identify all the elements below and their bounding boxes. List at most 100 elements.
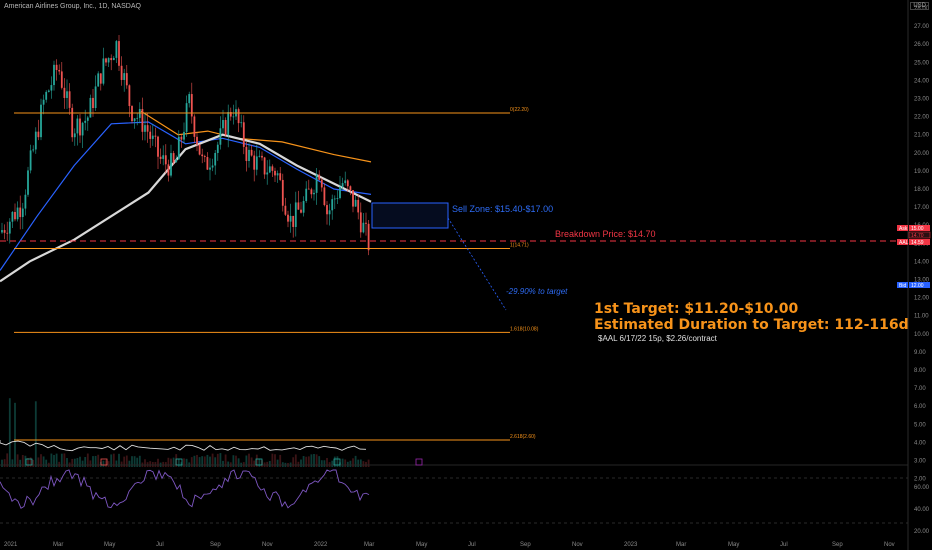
- candle-body: [164, 155, 167, 165]
- y-tick: 23.00: [914, 97, 930, 103]
- fib-label: 1.618(10.08): [510, 326, 539, 332]
- volume-bar: [14, 402, 16, 467]
- candle-body: [333, 198, 336, 200]
- volume-bar: [81, 460, 84, 467]
- volume-bar: [144, 459, 146, 467]
- candle-body: [359, 212, 362, 233]
- sell-zone-box[interactable]: [371, 202, 449, 229]
- candle-body: [307, 188, 310, 190]
- y-tick: 11.00: [914, 314, 929, 320]
- candle-body: [107, 58, 110, 63]
- rsi-tick: 60.00: [914, 485, 930, 491]
- rsi-tick: 20.00: [914, 529, 930, 535]
- volume-bar: [331, 460, 334, 467]
- x-tick: Sep: [832, 542, 843, 548]
- y-tick: 9.00: [914, 350, 926, 356]
- volume-bar: [102, 460, 105, 467]
- candle-body: [261, 155, 263, 158]
- candle-body: [170, 153, 172, 176]
- candle-body: [115, 41, 118, 58]
- svg-text:14.70: 14.70: [911, 233, 924, 239]
- x-tick: Jul: [156, 542, 164, 548]
- volume-bar: [89, 460, 92, 467]
- fib-label: 1(14.71): [510, 243, 529, 249]
- candle-body: [219, 128, 222, 145]
- candle-body: [24, 194, 27, 209]
- price-chart[interactable]: 0(22.20)1(14.71)1.618(10.08)2.618(2.60) …: [0, 0, 932, 550]
- candle-body: [60, 71, 63, 88]
- volume-bar: [357, 459, 360, 467]
- volume-bar: [266, 461, 269, 467]
- volume-bar: [115, 460, 118, 467]
- candle-body: [367, 223, 370, 251]
- candle-body: [157, 136, 159, 157]
- candle-body: [58, 69, 61, 72]
- candle-body: [151, 135, 154, 139]
- candle-body: [196, 136, 198, 145]
- x-tick: Nov: [884, 542, 895, 548]
- candle-body: [323, 187, 326, 206]
- candle-body: [209, 167, 211, 170]
- candle-body: [84, 120, 87, 123]
- candle-body: [34, 131, 37, 150]
- currency-badge[interactable]: USD: [910, 2, 929, 10]
- y-tick: 10.00: [914, 332, 930, 338]
- y-tick: 18.00: [914, 187, 930, 193]
- candle-body: [274, 170, 276, 176]
- candle-body: [245, 146, 248, 162]
- fib-label: 0(22.20): [510, 107, 529, 113]
- candle-body: [29, 150, 32, 171]
- volume-bar: [365, 461, 367, 467]
- candle-body: [8, 221, 11, 234]
- candle-body: [133, 118, 136, 122]
- volume-bar: [190, 457, 193, 467]
- svg-text:AAL: AAL: [899, 240, 909, 246]
- candle-body: [89, 97, 92, 118]
- candle-body: [102, 58, 105, 84]
- candle-body: [128, 85, 131, 107]
- volume-bar: [157, 458, 159, 467]
- volume-bar: [154, 461, 157, 467]
- svg-text:15.00: 15.00: [911, 226, 924, 232]
- candle-body: [206, 157, 209, 170]
- candle-body: [6, 232, 9, 234]
- y-tick: 3.00: [914, 459, 926, 465]
- target1-label: 1st Target: $11.20-$10.00: [594, 301, 799, 317]
- candle-body: [112, 57, 115, 61]
- volume-bar: [341, 458, 344, 467]
- candle-body: [294, 202, 297, 227]
- candle-body: [172, 153, 175, 163]
- volume-bar: [84, 457, 87, 467]
- candle-body: [131, 106, 133, 122]
- svg-text:14.59: 14.59: [911, 240, 924, 246]
- candle-body: [279, 173, 282, 180]
- candle-body: [86, 117, 89, 121]
- candle-body: [149, 131, 152, 139]
- candle-body: [203, 156, 206, 158]
- candle-body: [167, 164, 170, 176]
- y-tick: 19.00: [914, 169, 930, 175]
- candle-body: [242, 122, 245, 147]
- volume-bar: [346, 461, 349, 467]
- candle-body: [357, 199, 360, 213]
- y-tick: 6.00: [914, 404, 926, 410]
- candle-body: [21, 208, 24, 218]
- candle-body: [214, 152, 217, 166]
- y-tick: 26.00: [914, 42, 930, 48]
- candle-body: [313, 192, 315, 195]
- volume-bar: [297, 461, 300, 467]
- candle-body: [110, 58, 113, 61]
- y-tick: 24.00: [914, 78, 930, 84]
- candle-body: [216, 144, 219, 153]
- x-tick: Sep: [210, 542, 221, 548]
- candle-body: [144, 125, 146, 132]
- candle-body: [66, 91, 68, 98]
- candle-body: [362, 222, 365, 233]
- candle-body: [3, 230, 6, 233]
- y-tick: 8.00: [914, 368, 926, 374]
- candle-body: [300, 209, 302, 213]
- x-tick: Mar: [53, 542, 63, 548]
- volume-bar: [198, 457, 201, 467]
- candle-body: [136, 117, 139, 119]
- volume-bar: [349, 460, 352, 467]
